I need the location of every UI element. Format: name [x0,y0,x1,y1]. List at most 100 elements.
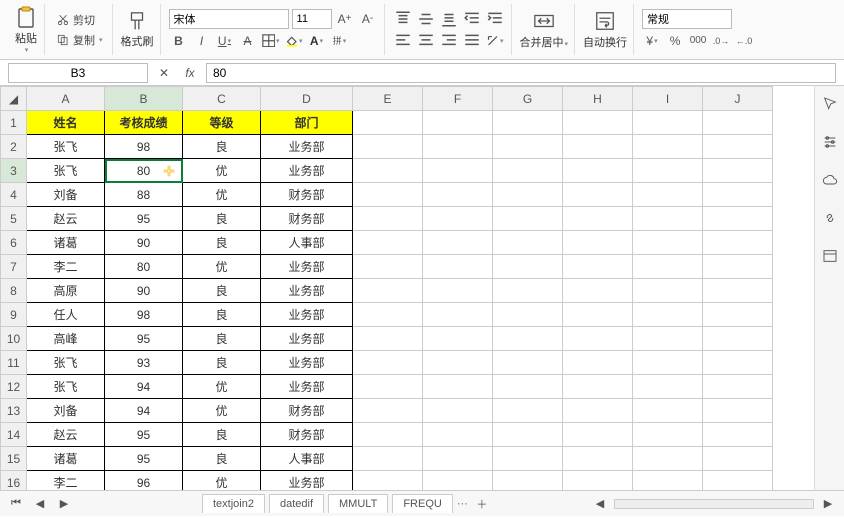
strikethrough-button[interactable]: A [238,31,258,51]
cell[interactable] [563,303,633,327]
cell[interactable] [703,303,773,327]
cell[interactable] [423,255,493,279]
decrease-font-icon[interactable]: A- [358,9,378,29]
cell[interactable]: 94 [105,399,183,423]
horizontal-scrollbar[interactable] [614,499,814,509]
cell[interactable]: 业务部 [261,255,353,279]
format-painter-button[interactable]: 格式刷 [121,11,154,49]
underline-button[interactable]: U▾ [215,31,235,51]
cell[interactable] [633,159,703,183]
cell[interactable] [423,423,493,447]
cell[interactable] [703,255,773,279]
cell[interactable]: 业务部 [261,471,353,491]
header-cell[interactable]: 等级 [183,111,261,135]
cell[interactable]: 高原 [27,279,105,303]
cell[interactable]: 良 [183,327,261,351]
cell[interactable] [703,471,773,491]
cell[interactable] [423,159,493,183]
tab-nav-next-icon[interactable]: ▶ [54,494,74,514]
cell[interactable] [423,327,493,351]
spreadsheet-grid[interactable]: ◢ A B C D E F G H I J 1姓名考核成绩等级部门2张飞98良业… [0,86,773,490]
cell[interactable]: 90 [105,231,183,255]
cell[interactable] [563,399,633,423]
cell[interactable]: 优 [183,159,261,183]
cell[interactable]: 业务部 [261,135,353,159]
cell[interactable] [703,135,773,159]
row-header[interactable]: 2 [1,135,27,159]
cell[interactable]: 李二 [27,255,105,279]
cell[interactable] [423,447,493,471]
cell[interactable]: 良 [183,207,261,231]
cell[interactable] [493,183,563,207]
cell[interactable]: 财务部 [261,207,353,231]
col-header[interactable]: D [261,87,353,111]
col-header[interactable]: B [105,87,183,111]
font-name-select[interactable] [169,9,289,29]
cell[interactable]: 优 [183,183,261,207]
borders-button[interactable]: ▾ [261,31,281,51]
row-header[interactable]: 11 [1,351,27,375]
align-bottom-icon[interactable] [439,9,459,29]
cell[interactable] [493,255,563,279]
cell[interactable] [703,111,773,135]
cell[interactable] [563,207,633,231]
align-top-icon[interactable] [393,9,413,29]
cell[interactable] [703,159,773,183]
cell[interactable]: 张飞 [27,351,105,375]
sheet-tab[interactable]: datedif [269,494,324,513]
cell[interactable] [423,207,493,231]
cell[interactable]: 刘备 [27,399,105,423]
copy-button[interactable]: 复制▾ [53,31,106,49]
cell[interactable] [703,351,773,375]
cell[interactable]: 业务部 [261,159,353,183]
cell[interactable] [493,111,563,135]
cell[interactable]: 财务部 [261,399,353,423]
cell[interactable] [353,111,423,135]
cell[interactable] [633,111,703,135]
cell[interactable] [353,303,423,327]
cell[interactable]: 良 [183,303,261,327]
cell[interactable] [633,375,703,399]
col-header[interactable]: H [563,87,633,111]
cell[interactable] [633,135,703,159]
cell[interactable]: 90 [105,279,183,303]
cell[interactable]: 刘备 [27,183,105,207]
comma-icon[interactable]: 000 [688,31,708,51]
cell[interactable] [493,399,563,423]
cell[interactable] [353,423,423,447]
cell[interactable]: 业务部 [261,351,353,375]
row-header[interactable]: 1 [1,111,27,135]
cell[interactable] [423,375,493,399]
cell[interactable] [353,279,423,303]
cell[interactable]: 人事部 [261,231,353,255]
cell[interactable]: 95 [105,423,183,447]
row-header[interactable]: 12 [1,375,27,399]
select-all-corner[interactable]: ◢ [1,87,27,111]
cell[interactable]: 张飞 [27,159,105,183]
percent-icon[interactable]: % [665,31,685,51]
formula-input[interactable] [206,63,836,83]
cell[interactable] [563,327,633,351]
cell[interactable] [563,135,633,159]
cell[interactable]: 95 [105,207,183,231]
cell[interactable] [423,471,493,491]
cell[interactable] [563,375,633,399]
row-header[interactable]: 6 [1,231,27,255]
row-header[interactable]: 4 [1,183,27,207]
cell[interactable] [493,159,563,183]
cell[interactable] [703,447,773,471]
row-header[interactable]: 13 [1,399,27,423]
cell[interactable]: 良 [183,447,261,471]
cell[interactable] [423,231,493,255]
link-icon[interactable] [822,210,838,226]
col-header[interactable]: G [493,87,563,111]
cell[interactable] [703,327,773,351]
paste-button[interactable]: 粘贴▾ [14,6,38,54]
cell[interactable]: 优 [183,255,261,279]
cell[interactable] [563,471,633,491]
cell[interactable]: 优 [183,399,261,423]
cell[interactable]: 业务部 [261,303,353,327]
cell[interactable]: 95 [105,327,183,351]
number-format-select[interactable] [642,9,732,29]
row-header[interactable]: 14 [1,423,27,447]
